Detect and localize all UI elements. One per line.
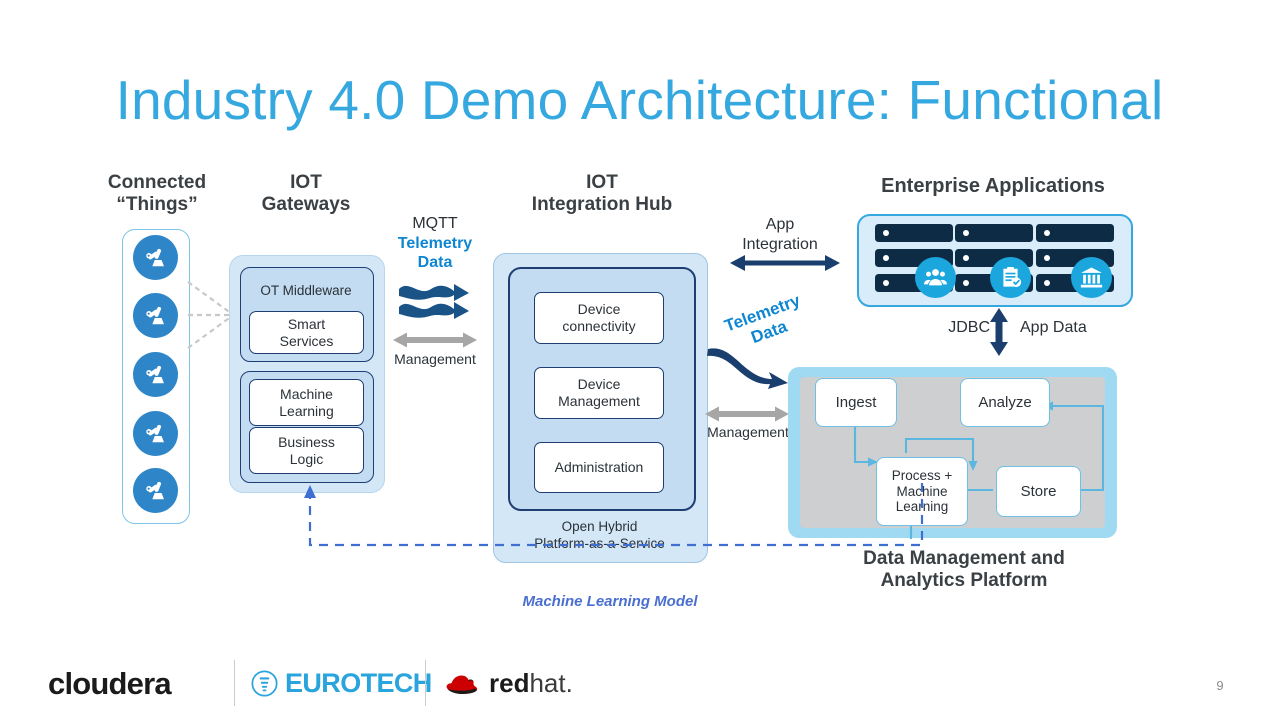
machine-learning-model-feedback-path bbox=[304, 483, 924, 547]
heading-enterprise-applications: Enterprise Applications bbox=[881, 175, 1105, 197]
app-integration-line2: Integration bbox=[742, 235, 818, 253]
device-connectivity-line1: Device bbox=[577, 301, 621, 318]
gw-ml-line2: Learning bbox=[279, 402, 334, 419]
ingest-box: Ingest bbox=[815, 378, 897, 427]
heading-iot-integration-hub: IOT Integration Hub bbox=[492, 172, 712, 216]
management-arrow-hub-platform bbox=[705, 406, 789, 422]
app-integration-arrow bbox=[730, 255, 840, 271]
eurotech-mark-icon bbox=[251, 670, 278, 697]
eurotech-logo-text: EUROTECH bbox=[285, 668, 432, 698]
app-integration-label: App Integration bbox=[717, 215, 843, 254]
robot-arm-icon bbox=[133, 235, 178, 280]
ingest-label: Ingest bbox=[835, 393, 877, 411]
jdbc-label: JDBC bbox=[948, 319, 990, 336]
device-connectivity-box: Device connectivity bbox=[534, 292, 664, 344]
heading-connected-things: Connected “Things” bbox=[77, 172, 237, 216]
store-box: Store bbox=[996, 466, 1081, 517]
process-line1: Process + bbox=[891, 467, 953, 483]
business-logic-line2: Logic bbox=[289, 450, 324, 467]
analyze-label: Analyze bbox=[978, 393, 1032, 411]
device-management-line2: Management bbox=[558, 393, 640, 409]
page-number: 9 bbox=[1216, 678, 1224, 693]
management-label-gateway-hub: Management bbox=[394, 351, 476, 367]
telemetry-wave-arrows-icon bbox=[399, 284, 469, 319]
mqtt-telemetry-label: MQTT Telemetry Data bbox=[372, 214, 498, 273]
analyze-box: Analyze bbox=[960, 378, 1050, 427]
robot-arm-icon bbox=[133, 411, 178, 456]
device-management-line1: Device bbox=[577, 376, 621, 393]
users-group-icon bbox=[915, 257, 956, 298]
app-integration-line1: App bbox=[765, 216, 795, 233]
gw-ml-line1: Machine bbox=[280, 385, 333, 402]
clipboard-check-icon bbox=[990, 257, 1031, 298]
device-management-box: Device Management bbox=[534, 367, 664, 419]
mqtt-telemetry-line2: Data bbox=[417, 254, 453, 272]
heading-iot-gateways: IOT Gateways bbox=[226, 172, 386, 216]
page-title: Industry 4.0 Demo Architecture: Function… bbox=[115, 69, 1164, 131]
redhat-red-text: red bbox=[489, 668, 530, 698]
robot-arm-icon bbox=[133, 468, 178, 513]
footer-logos: cloudera EUROTECH redhat. bbox=[48, 658, 573, 710]
heading-iot-gateways-line1: IOT bbox=[290, 172, 322, 193]
mqtt-protocol-label: MQTT bbox=[412, 215, 458, 232]
cloudera-logo: cloudera bbox=[48, 666, 172, 701]
heading-connected-things-line2: “Things” bbox=[116, 194, 198, 216]
logo-divider bbox=[425, 660, 427, 706]
robot-arm-icon bbox=[133, 293, 178, 338]
ot-middleware-label: OT Middleware bbox=[260, 283, 352, 298]
slide-canvas: Industry 4.0 Demo Architecture: Function… bbox=[0, 0, 1279, 719]
gateway-machine-learning-box: Machine Learning bbox=[249, 379, 364, 426]
administration-label: Administration bbox=[554, 459, 644, 476]
dp-caption-line2: Analytics Platform bbox=[880, 570, 1048, 592]
machine-learning-model-label: Machine Learning Model bbox=[522, 593, 698, 610]
redhat-logo-text: redhat. bbox=[489, 668, 573, 699]
app-data-label: App Data bbox=[1020, 319, 1087, 336]
heading-iot-gateways-line2: Gateways bbox=[261, 194, 351, 216]
smart-services-box: Smart Services bbox=[249, 311, 364, 354]
business-logic-line1: Business bbox=[278, 433, 335, 450]
robot-arm-icon bbox=[133, 352, 178, 397]
bank-building-icon bbox=[1071, 257, 1112, 298]
jdbc-bidirectional-arrow bbox=[990, 308, 1008, 356]
management-arrow-gateway-hub bbox=[393, 332, 477, 348]
heading-connected-things-line1: Connected bbox=[107, 172, 207, 193]
redhat-fedora-icon bbox=[446, 675, 478, 694]
eurotech-logo: EUROTECH bbox=[251, 668, 432, 699]
redhat-hat-text: hat. bbox=[529, 668, 573, 698]
mqtt-telemetry-line1: Telemetry bbox=[397, 234, 473, 252]
device-connectivity-line2: connectivity bbox=[562, 318, 636, 334]
store-label: Store bbox=[1020, 482, 1057, 500]
heading-iot-hub-line1: IOT bbox=[586, 172, 618, 193]
redhat-logo: redhat. bbox=[443, 668, 573, 699]
logo-divider bbox=[234, 660, 236, 706]
smart-services-line2: Services bbox=[279, 332, 334, 349]
telemetry-curved-arrow-icon bbox=[707, 348, 788, 389]
business-logic-box: Business Logic bbox=[249, 427, 364, 474]
smart-services-line1: Smart bbox=[287, 315, 326, 332]
heading-iot-hub-line2: Integration Hub bbox=[531, 194, 673, 216]
